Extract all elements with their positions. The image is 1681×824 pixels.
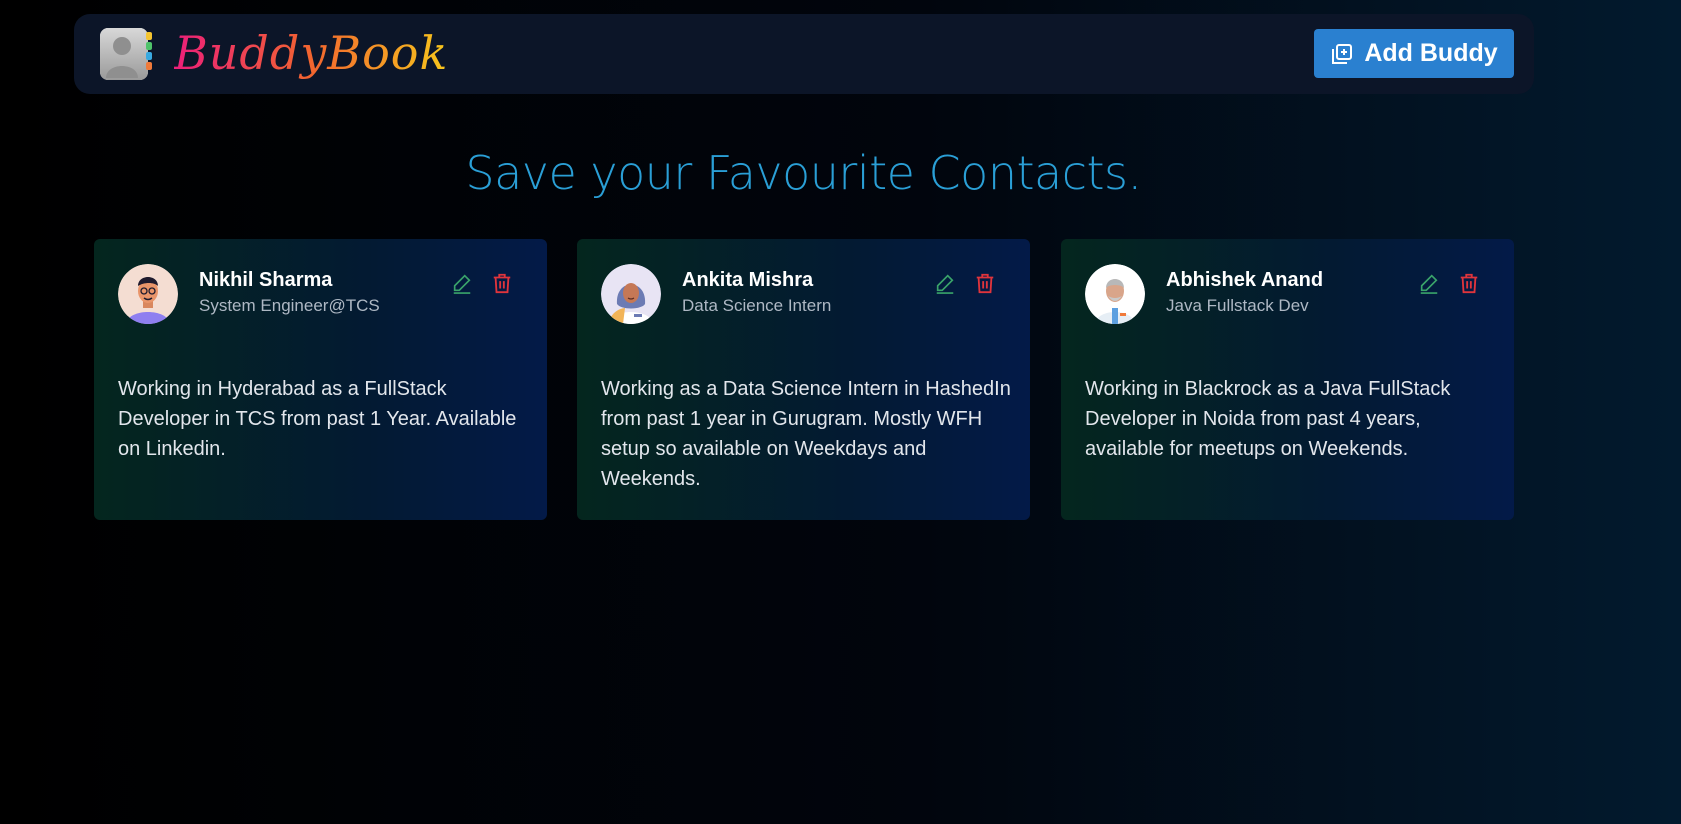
add-box-icon — [1332, 43, 1353, 64]
page-heading: Save your Favourite Contacts. — [465, 146, 1142, 200]
add-buddy-label: Add Buddy — [1364, 39, 1498, 67]
contact-description: Working in Blackrock as a Java FullStack… — [1085, 378, 1451, 460]
contact-name: Nikhil Sharma — [199, 269, 333, 291]
contact-card: Nikhil Sharma System Engineer@TCS Workin… — [94, 239, 547, 520]
contact-card: Ankita Mishra Data Science Intern Workin… — [577, 239, 1030, 520]
contact-card: Abhishek Anand Java Fullstack Dev Workin… — [1061, 239, 1514, 520]
contact-name: Abhishek Anand — [1166, 269, 1324, 291]
woman-hijab-avatar-icon — [601, 264, 661, 324]
contact-description: Working in Hyderabad as a FullStack Deve… — [118, 378, 517, 460]
edit-icon[interactable] — [451, 271, 473, 295]
contact-role: Java Fullstack Dev — [1166, 296, 1309, 315]
contact-role: Data Science Intern — [682, 296, 832, 315]
contact-role: System Engineer@TCS — [199, 296, 380, 315]
edit-icon[interactable] — [934, 271, 956, 295]
man-avatar-icon — [118, 264, 178, 324]
delete-icon[interactable] — [974, 271, 996, 295]
delete-icon[interactable] — [1458, 271, 1480, 295]
contact-description: Working as a Data Science Intern in Hash… — [601, 378, 1011, 490]
navbar: BuddyBook Add Buddy — [74, 14, 1534, 94]
contact-name: Ankita Mishra — [682, 269, 814, 291]
add-buddy-button[interactable]: Add Buddy — [1314, 29, 1514, 78]
contact-book-icon[interactable] — [98, 26, 154, 82]
brand-title[interactable]: BuddyBook — [174, 20, 448, 86]
doctor-avatar-icon — [1085, 264, 1145, 324]
delete-icon[interactable] — [491, 271, 513, 295]
edit-icon[interactable] — [1418, 271, 1440, 295]
